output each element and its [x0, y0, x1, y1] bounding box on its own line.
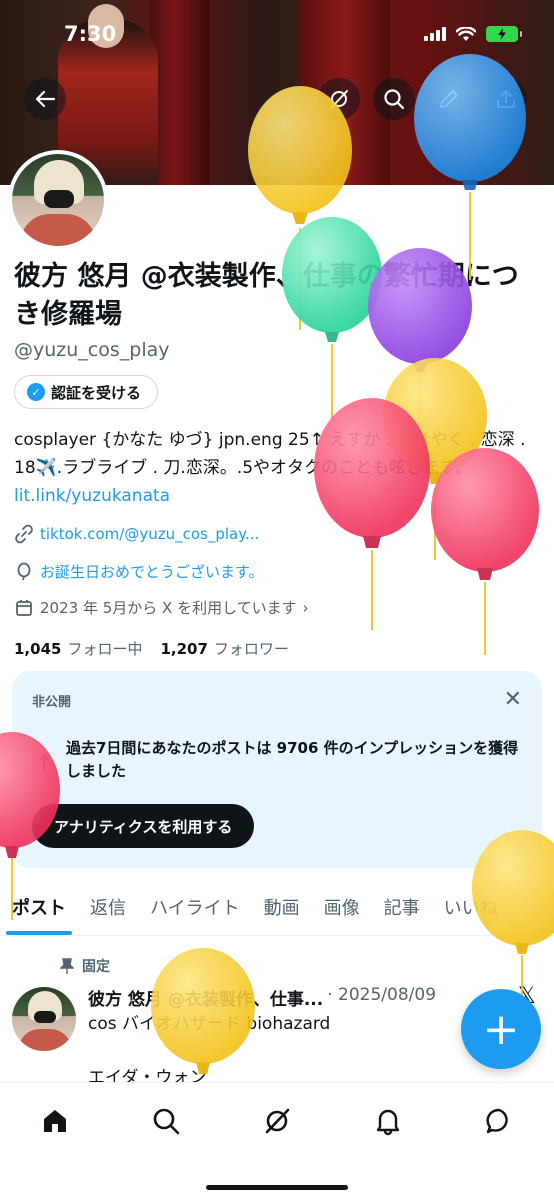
balloon-icon	[151, 948, 255, 1074]
status-icons	[424, 26, 522, 42]
tab-highlights[interactable]: ハイライト	[138, 880, 252, 935]
joined-row[interactable]: 2023 年 5月から X を利用しています ›	[14, 597, 309, 618]
bio: cosplayer {かなた ゆづ} jpn.eng 25↑ えすか . まほや…	[14, 426, 544, 510]
nav-messages[interactable]	[477, 1099, 521, 1143]
home-indicator	[206, 1185, 348, 1190]
post-author[interactable]: 彼方 悠月 @衣装製作、仕事...	[88, 985, 323, 1010]
profile-tabs: ポスト 返信 ハイライト 動画 画像 記事 いいね	[0, 880, 554, 936]
search-icon	[153, 1108, 180, 1135]
followers-label: フォロワー	[213, 640, 289, 658]
tab-likes[interactable]: いいね	[432, 880, 510, 935]
wifi-icon	[456, 26, 476, 41]
display-name: 彼方 悠月 @衣装製作、仕事の繁忙期につき修羅場	[14, 261, 519, 330]
verified-badge-icon: ✓	[27, 383, 45, 401]
impressions-arrow-icon: ↑	[36, 751, 53, 775]
pinned-indicator: 固定	[60, 956, 110, 976]
analytics-button[interactable]: アナリティクスを利用する	[32, 804, 255, 848]
bottom-nav	[0, 1082, 554, 1199]
search-icon	[384, 89, 405, 110]
follow-stats: 1,045 フォロー中 1,207 フォロワー	[14, 638, 289, 659]
nav-home[interactable]	[33, 1099, 77, 1143]
share-icon	[497, 90, 515, 108]
following-label: フォロー中	[67, 640, 143, 658]
get-verified-button[interactable]: ✓ 認証を受ける	[14, 375, 159, 409]
post-date: · 2025/08/09	[327, 985, 437, 1005]
tab-photos[interactable]: 画像	[312, 880, 372, 935]
joined-text: 2023 年 5月から X を利用しています	[40, 599, 297, 617]
search-button[interactable]	[373, 78, 415, 120]
calendar-icon	[16, 599, 32, 616]
cellular-signal-icon	[424, 27, 446, 41]
back-button[interactable]	[24, 78, 66, 120]
battery-charging-icon	[486, 26, 522, 42]
website-row[interactable]: tiktok.com/@yuzu_cos_play...	[14, 524, 259, 544]
grok-icon	[331, 90, 348, 108]
avatar-image	[12, 154, 104, 246]
private-analytics-card: 非公開 ✕ ↑ 過去7日間にあなたのポストは 9706 件のインプレッションを獲…	[12, 671, 542, 868]
private-label: 非公開	[32, 695, 72, 710]
post-header: 彼方 悠月 @衣装製作、仕事... · 2025/08/09	[88, 985, 436, 1010]
link-icon	[15, 524, 33, 544]
edit-button[interactable]	[428, 78, 470, 120]
balloon-icon	[17, 562, 31, 580]
tab-replies[interactable]: 返信	[78, 880, 138, 935]
following-link[interactable]: 1,045 フォロー中	[14, 638, 142, 659]
grok-icon	[265, 1108, 290, 1134]
following-count: 1,045	[14, 640, 62, 658]
close-icon[interactable]: ✕	[504, 687, 522, 712]
user-handle: @yuzu_cos_play	[14, 339, 170, 361]
tab-videos[interactable]: 動画	[252, 880, 312, 935]
get-verified-label: 認証を受ける	[51, 383, 142, 402]
nav-grok[interactable]	[255, 1099, 299, 1143]
back-arrow-icon	[35, 90, 56, 108]
banner-curtain	[150, 0, 210, 185]
post-text-line: cos バイオハザード biohazard	[88, 1014, 331, 1034]
post-avatar[interactable]	[12, 987, 76, 1051]
birthday-row: お誕生日おめでとうございます。	[14, 561, 264, 582]
status-time: 7:30	[64, 22, 117, 46]
nav-notifications[interactable]	[366, 1099, 410, 1143]
chevron-right-icon: ›	[302, 598, 309, 617]
grok-button[interactable]	[318, 78, 360, 120]
birthday-text: お誕生日おめでとうございます。	[40, 563, 264, 581]
website-link[interactable]: tiktok.com/@yuzu_cos_play...	[40, 525, 259, 543]
compose-button[interactable]: +	[461, 989, 541, 1069]
followers-count: 1,207	[160, 640, 208, 658]
nav-search[interactable]	[144, 1099, 188, 1143]
pin-icon	[60, 958, 74, 974]
notifications-bell-icon	[376, 1109, 400, 1136]
followers-link[interactable]: 1,207 フォロワー	[160, 638, 288, 659]
compose-plus-icon: +	[482, 1003, 520, 1055]
share-button[interactable]	[485, 78, 527, 120]
messages-icon	[486, 1108, 508, 1134]
pinned-label: 固定	[82, 959, 110, 975]
edit-icon	[440, 90, 458, 108]
bio-text: cosplayer {かなた ゆづ} jpn.eng 25↑ えすか . まほや…	[14, 430, 526, 478]
tab-articles[interactable]: 記事	[372, 880, 432, 935]
home-icon	[44, 1110, 66, 1132]
impressions-message: 過去7日間にあなたのポストは 9706 件のインプレッションを獲得しました	[66, 739, 519, 780]
tab-posts[interactable]: ポスト	[0, 880, 78, 935]
bio-link[interactable]: lit.link/yuzukanata	[14, 486, 170, 506]
profile-avatar[interactable]	[8, 150, 108, 250]
